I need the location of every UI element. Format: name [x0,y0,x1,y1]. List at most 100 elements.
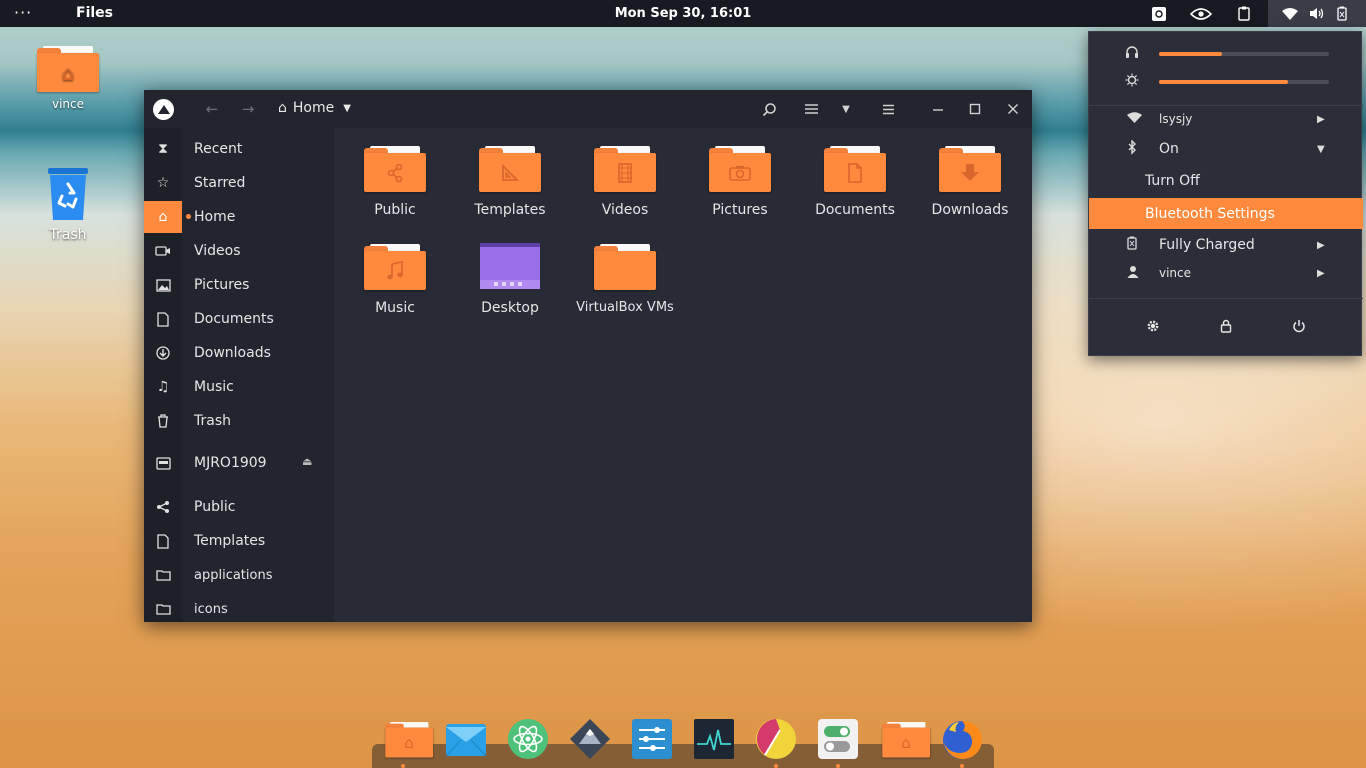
path-label: Home [292,100,335,116]
dock-item-music-player[interactable] [753,716,799,768]
file-item-label: Templates [474,202,546,218]
firefox-icon [943,720,982,759]
file-item-virtualbox[interactable]: VirtualBox VMs [570,242,680,315]
running-indicator [774,764,778,768]
wifi-tray-icon[interactable] [1277,0,1303,27]
sidebar-item-public[interactable]: Public [144,491,334,523]
sidebar-item-applications[interactable]: applications [144,559,334,591]
app-menu-label[interactable]: Files [76,5,113,21]
bluetooth-icon [1127,138,1137,159]
dock-item-mail[interactable] [443,716,489,762]
user-name-label: vince [1159,266,1192,280]
sidebar-item-music[interactable]: ♫ Music [144,371,334,403]
sidebar-item-downloads[interactable]: Downloads [144,337,334,369]
dock-item-tweaks[interactable] [815,716,861,768]
hamburger-menu-icon[interactable] [878,98,898,120]
bluetooth-turn-off-item[interactable]: Turn Off [1089,166,1363,196]
camera-folder-icon [709,144,771,192]
wifi-menu-item[interactable]: lsysjy ▶ [1089,104,1363,134]
maximize-icon[interactable] [965,98,985,120]
file-item-label: Music [375,300,415,316]
sidebar-item-label: Pictures [194,277,250,293]
settings-gear-button[interactable] [1140,315,1166,337]
dock-item-settings[interactable] [629,716,675,762]
volume-tray-icon[interactable] [1303,0,1329,27]
file-item-label: Desktop [481,300,539,316]
back-arrow-icon[interactable]: ← [202,98,222,120]
user-menu-item[interactable]: vince ▶ [1089,258,1363,288]
battery-tray-icon[interactable] [1329,0,1355,27]
share-folder-icon [364,144,426,192]
headerbar: ← → ⌂ Home ▼ ▼ [144,90,1032,128]
file-item-label: Pictures [712,202,768,218]
dock-item-atom[interactable] [505,716,551,762]
bluetooth-off-label: Turn Off [1145,173,1200,189]
desktop-icon-label: vince [51,97,85,111]
path-bar[interactable]: ⌂ Home ▼ [278,100,351,116]
desktop-icon-trash[interactable]: Trash [26,166,110,243]
file-item-music[interactable]: Music [340,242,450,316]
minimize-icon[interactable] [928,98,948,120]
brightness-slider[interactable] [1089,68,1363,96]
power-off-button[interactable] [1286,315,1312,337]
power-icon [1293,320,1305,333]
user-icon [1127,265,1139,282]
sidebar-item-drive[interactable]: MJRO1909 ⏏ [144,447,334,479]
search-icon[interactable] [758,98,780,120]
forward-arrow-icon[interactable]: → [238,98,258,120]
file-item-label: Downloads [931,202,1009,218]
bluetooth-menu-item[interactable]: On ▼ [1089,134,1363,164]
file-item-downloads[interactable]: Downloads [915,144,1025,218]
file-item-pictures[interactable]: Pictures [685,144,795,218]
dock-item-home-folder[interactable]: ⌂ [877,716,931,762]
screenshot-tray-icon[interactable] [1146,0,1172,27]
system-menu-popup: lsysjy ▶ On ▼ Turn Off Bluetooth Setting… [1088,31,1363,356]
battery-menu-item[interactable]: Fully Charged ▶ [1089,230,1363,260]
file-item-public[interactable]: Public [340,144,450,218]
current-location-dot [186,214,191,219]
sidebar-item-pictures[interactable]: Pictures [144,269,334,301]
wifi-icon [1127,111,1142,127]
file-item-label: VirtualBox VMs [576,300,674,315]
gear-icon [1147,320,1159,332]
download-icon [144,337,182,369]
dock-item-system-monitor[interactable] [691,716,737,762]
dock-item-firefox[interactable] [939,716,985,768]
home-folder-icon: ⌂ [385,721,434,758]
music-note-icon: ♫ [156,379,170,395]
home-icon: ⌂ [144,201,182,233]
clipboard-tray-icon[interactable] [1231,0,1257,27]
view-options-chevron-icon[interactable]: ▼ [836,98,856,120]
home-folder-icon: ⌂ [37,44,99,92]
desktop-icon-home[interactable]: ⌂ vince [26,44,110,111]
close-icon[interactable] [1003,98,1023,120]
image-icon [144,269,182,301]
volume-slider[interactable] [1089,40,1363,68]
folder-icon [144,593,182,625]
bluetooth-settings-item[interactable]: Bluetooth Settings [1089,198,1363,229]
nvidia-tray-icon[interactable] [1188,0,1214,27]
file-item-desktop[interactable]: Desktop [455,242,565,316]
activities-menu-button[interactable]: ··· [14,3,32,22]
sidebar-item-documents[interactable]: Documents [144,303,334,335]
sidebar-item-icons[interactable]: icons [144,593,334,625]
sidebar-item-starred[interactable]: ☆ Starred [144,167,334,199]
battery-icon [1127,236,1137,254]
sidebar-item-home[interactable]: ⌂ Home [144,201,334,233]
sidebar-item-recent[interactable]: ⧗ Recent [144,133,334,165]
star-icon: ☆ [156,175,170,191]
dock-item-mountain[interactable] [567,716,613,762]
sidebar-item-label: icons [194,601,228,617]
sidebar-item-videos[interactable]: Videos [144,235,334,267]
places-sidebar: ⧗ Recent ☆ Starred ⌂ Home Videos Picture… [144,128,334,622]
file-item-videos[interactable]: Videos [570,144,680,218]
list-view-icon[interactable] [800,98,822,120]
eject-icon[interactable]: ⏏ [302,455,312,468]
dock-item-files[interactable]: ⌂ [380,716,434,768]
file-item-documents[interactable]: Documents [800,144,910,218]
lock-screen-button[interactable] [1213,315,1239,337]
file-item-templates[interactable]: Templates [455,144,565,218]
sidebar-item-trash[interactable]: Trash [144,405,334,437]
sidebar-item-label: Videos [194,243,241,259]
sidebar-item-templates[interactable]: Templates [144,525,334,557]
